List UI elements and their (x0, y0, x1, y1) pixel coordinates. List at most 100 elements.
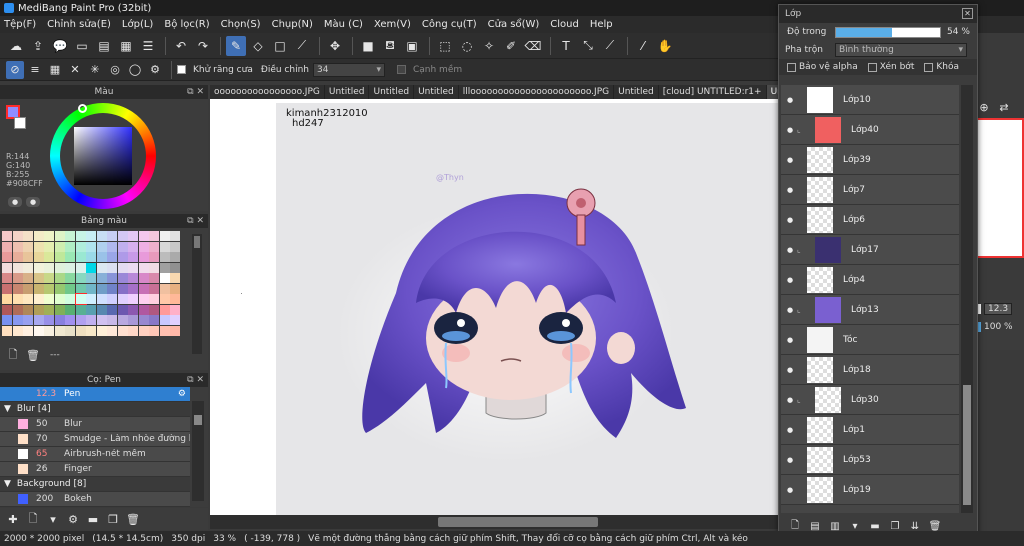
palette-swatch[interactable] (23, 283, 33, 294)
palette-scrollbar[interactable] (192, 234, 202, 354)
palette-swatch[interactable] (12, 231, 23, 241)
brush-size-value[interactable]: 12.3 (984, 303, 1013, 315)
soft-edge-checkbox[interactable] (396, 65, 406, 74)
layer-scrollbar[interactable] (961, 85, 973, 513)
brush-group[interactable]: ▼ Background [8] (0, 477, 190, 492)
palette-swatch[interactable] (107, 273, 117, 283)
palette-swatch[interactable] (86, 273, 96, 283)
operation-tool-icon[interactable]: ⤡ (578, 36, 598, 56)
export-icon[interactable]: ⇪ (28, 36, 48, 56)
palette-swatch[interactable] (54, 325, 65, 336)
eraser-tool-icon[interactable]: ◇ (248, 36, 268, 56)
palette-swatch[interactable] (75, 231, 86, 241)
palette-swatch[interactable] (86, 252, 96, 262)
palette-swatch[interactable] (86, 262, 96, 273)
palette-swatch[interactable] (65, 273, 75, 283)
palette-swatch[interactable] (138, 304, 149, 315)
eye-icon[interactable]: ● (783, 156, 797, 164)
palette-swatch[interactable] (33, 262, 44, 273)
snap-settings-icon[interactable]: ⚙ (146, 61, 164, 79)
layer-row[interactable]: ● Lớp6 (781, 205, 959, 235)
redo-icon[interactable]: ↷ (193, 36, 213, 56)
canvas-horizontal-scrollbar[interactable] (210, 515, 778, 529)
document-tab[interactable]: oooooooooooooooo.JPG (210, 85, 325, 99)
eye-icon[interactable]: ● (783, 306, 797, 314)
palette-swatch[interactable] (75, 283, 86, 294)
palette-swatch[interactable] (159, 252, 170, 262)
select-pen-icon[interactable]: ✐ (501, 36, 521, 56)
palette-swatch[interactable] (65, 231, 75, 241)
palette-swatch[interactable] (117, 304, 128, 315)
eyedropper-icon[interactable]: ⁄ (633, 36, 653, 56)
palette-swatch[interactable] (23, 294, 33, 304)
eye-icon[interactable]: ● (783, 366, 797, 374)
brush-scrollbar[interactable] (192, 401, 204, 501)
palette-swatch[interactable] (2, 304, 12, 315)
palette-swatch[interactable] (54, 231, 65, 241)
palette-swatch[interactable] (170, 273, 180, 283)
palette-swatch[interactable] (33, 283, 44, 294)
correction-input[interactable]: 34 (312, 62, 385, 77)
layer-row[interactable]: ● ⌞ Lớp13 (781, 295, 959, 325)
palette-swatch[interactable] (149, 304, 159, 315)
brush-item[interactable]: 50 Blur (0, 417, 190, 432)
snap-circle-icon[interactable]: ◎ (106, 61, 124, 79)
palette-swatch[interactable] (12, 325, 23, 336)
snap-radial-icon[interactable]: ✳ (86, 61, 104, 79)
palette-swatch[interactable] (159, 315, 170, 325)
brush-item[interactable]: 65 Airbrush-nét mềm (0, 447, 190, 462)
palette-swatch[interactable] (2, 273, 12, 283)
eye-icon[interactable]: ● (783, 456, 797, 464)
select-eraser-icon[interactable]: ⌫ (523, 36, 543, 56)
palette-swatch[interactable] (86, 304, 96, 315)
palette-swatch[interactable] (86, 231, 96, 241)
palette-swatch[interactable] (44, 231, 54, 241)
palette-swatch[interactable] (149, 241, 159, 252)
layer-row[interactable]: ● Lớp18 (781, 355, 959, 385)
palette-swatch[interactable] (65, 262, 75, 273)
palette-swatch[interactable] (138, 325, 149, 336)
brush-item-selected[interactable]: 12.3 Pen ⚙ (0, 387, 190, 402)
palette-swatch[interactable] (96, 273, 107, 283)
palette-swatch[interactable] (138, 252, 149, 262)
eye-icon[interactable]: ● (783, 186, 797, 194)
palette-swatch[interactable] (117, 325, 128, 336)
menu-item[interactable]: Bộ lọc(R) (164, 19, 209, 30)
snap-curve-icon[interactable]: ◯ (126, 61, 144, 79)
eye-icon[interactable]: ● (783, 426, 797, 434)
palette-swatch[interactable] (75, 325, 86, 336)
palette-swatch[interactable] (138, 283, 149, 294)
palette-swatch[interactable] (96, 231, 107, 241)
palette-swatch[interactable] (33, 315, 44, 325)
palette-swatch[interactable] (117, 231, 128, 241)
document-tab[interactable]: [cloud] UNTITLED:r1+ (659, 85, 767, 99)
palette-swatch[interactable] (128, 241, 138, 252)
palette-swatch[interactable] (170, 294, 180, 304)
layer-row[interactable]: ● Lớp4 (781, 265, 959, 295)
palette-swatch[interactable] (75, 262, 86, 273)
layer-row[interactable]: ● ⌞ Lớp40 (781, 115, 959, 145)
palette-swatch[interactable] (44, 273, 54, 283)
snap-cross-icon[interactable]: ✕ (66, 61, 84, 79)
palette-swatch[interactable] (54, 315, 65, 325)
palette-swatch[interactable] (128, 304, 138, 315)
layer-row[interactable]: ● Lớp1 (781, 415, 959, 445)
expand-icon[interactable]: ▼ (4, 479, 11, 489)
palette-swatch[interactable] (107, 231, 117, 241)
layer-row[interactable]: ● ⌞ Lớp30 (781, 385, 959, 415)
palette-swatch[interactable] (2, 315, 12, 325)
layer-row[interactable]: ● ⌞ Lớp17 (781, 235, 959, 265)
palette-swatch[interactable] (2, 262, 12, 273)
workspace[interactable]: kimanh2312010 hd247 @Thyn (210, 99, 778, 515)
palette-swatch[interactable] (117, 273, 128, 283)
palette-swatch[interactable] (23, 325, 33, 336)
palette-swatch[interactable] (12, 304, 23, 315)
palette-swatch[interactable] (2, 283, 12, 294)
palette-swatch[interactable] (149, 262, 159, 273)
palette-swatch[interactable] (170, 304, 180, 315)
brush-folder-icon[interactable]: ▬ (84, 510, 102, 528)
palette-swatch[interactable] (86, 294, 96, 304)
palette-swatch[interactable] (159, 231, 170, 241)
close-icon[interactable]: ✕ (962, 8, 973, 19)
palette-swatch[interactable] (159, 283, 170, 294)
